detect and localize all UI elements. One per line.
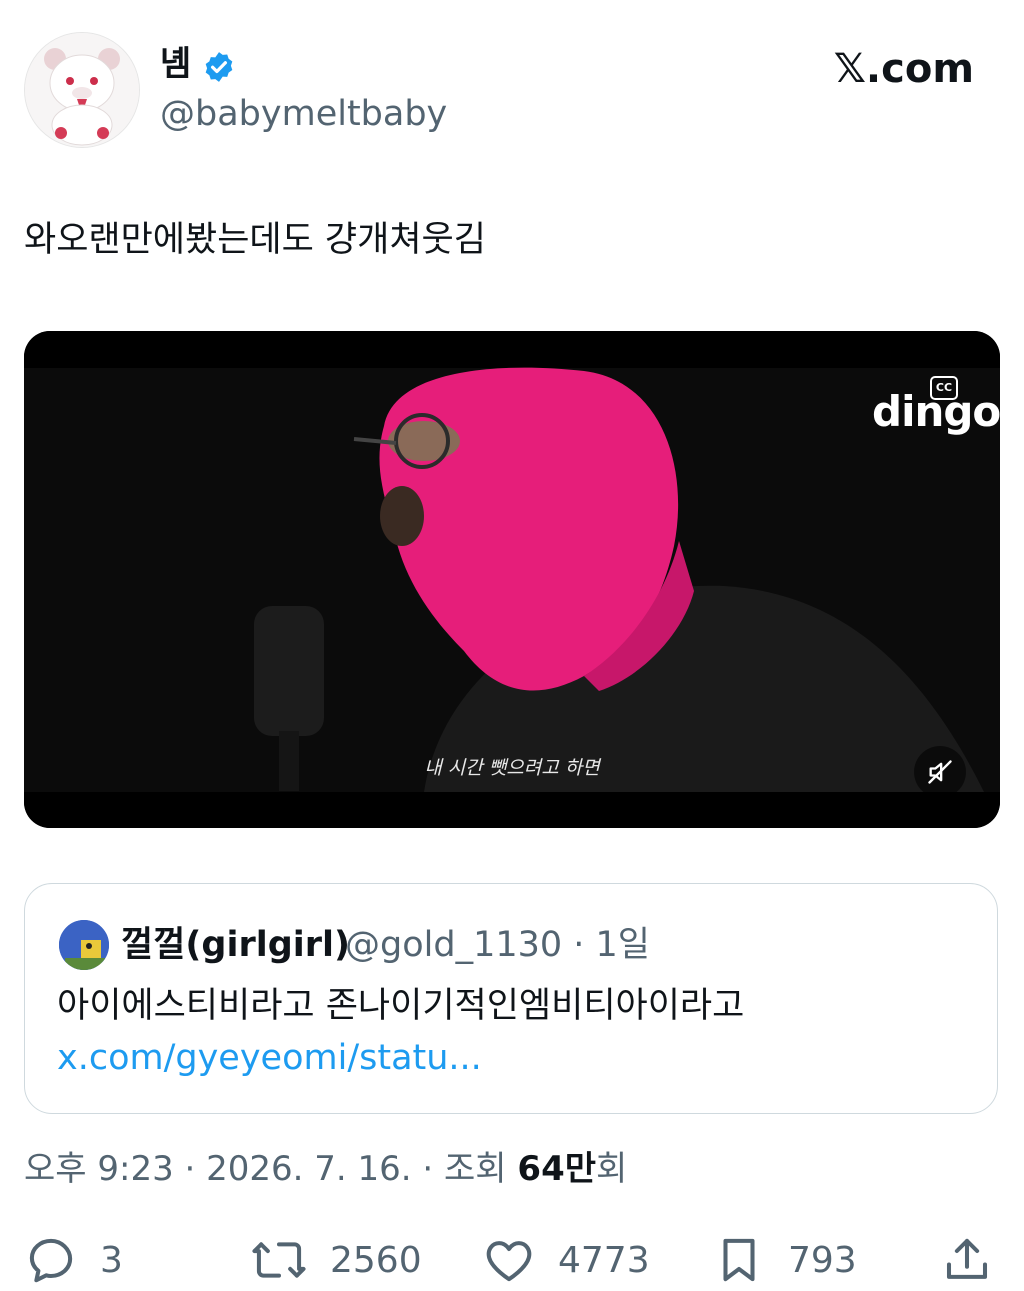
bookmark-icon bbox=[723, 1238, 755, 1282]
like-count: 4773 bbox=[558, 1239, 650, 1281]
bear-plush-icon bbox=[25, 33, 139, 147]
tweet-text: 와오랜만에봤는데도 걍개쳐웃김 bbox=[24, 220, 486, 260]
repost-button[interactable]: 2560 bbox=[250, 1230, 422, 1290]
quoted-author-avatar bbox=[59, 920, 109, 970]
video-player[interactable]: CC dingo 내 시간 뺏으려고 하면 bbox=[24, 331, 1000, 828]
video-subtitle: 내 시간 뺏으려고 하면 bbox=[424, 757, 600, 779]
view-count-suffix: 회 bbox=[596, 1149, 628, 1189]
share-button[interactable] bbox=[940, 1230, 994, 1290]
author-avatar[interactable] bbox=[24, 32, 140, 148]
bookmark-count: 793 bbox=[788, 1239, 857, 1281]
avatar-image bbox=[59, 920, 109, 970]
repost-icon bbox=[252, 1242, 306, 1278]
bookmark-button[interactable]: 793 bbox=[712, 1230, 857, 1290]
repost-count: 2560 bbox=[330, 1239, 422, 1281]
author-display-name[interactable]: 녬 bbox=[160, 40, 191, 88]
tweet-timestamp[interactable]: 오후 9:23 · 2026. 7. 16. · 조회 bbox=[24, 1149, 517, 1189]
x-brand-logo: 𝕏.com bbox=[833, 46, 974, 92]
verified-badge-icon bbox=[205, 52, 233, 82]
quoted-text-body: 아이에스티비라고 존나이기적인엠비티아이라고 bbox=[57, 986, 745, 1026]
reply-button[interactable]: 3 bbox=[24, 1230, 123, 1290]
author-handle[interactable]: @babymeltbaby bbox=[160, 90, 447, 138]
reply-icon bbox=[29, 1238, 73, 1283]
dingo-watermark: dingo bbox=[872, 387, 1000, 436]
quoted-tweet-text: 아이에스티비라고 존나이기적인엠비티아이라고 x.com/gyeyeomi/st… bbox=[57, 980, 957, 1084]
tweet-meta: 오후 9:23 · 2026. 7. 16. · 조회 64만회 bbox=[24, 1144, 627, 1194]
view-count: 64만 bbox=[517, 1149, 597, 1189]
quoted-tweet-card[interactable]: 껄껄(girlgirl) @gold_1130 · 1일 아이에스티비라고 존나… bbox=[24, 883, 998, 1114]
action-bar: 3 2560 4773 793 bbox=[0, 1230, 1024, 1290]
heart-icon bbox=[486, 1241, 532, 1282]
like-button[interactable]: 4773 bbox=[482, 1230, 650, 1290]
quoted-author-name[interactable]: 껄껄(girlgirl) bbox=[121, 920, 350, 970]
mute-button[interactable] bbox=[914, 746, 966, 798]
quoted-author-handle-time: @gold_1130 · 1일 bbox=[345, 925, 650, 965]
speaker-muted-icon bbox=[928, 760, 952, 784]
quoted-tweet-link[interactable]: x.com/gyeyeomi/statu... bbox=[57, 1038, 482, 1078]
share-icon bbox=[946, 1238, 988, 1279]
reply-count: 3 bbox=[100, 1239, 123, 1281]
